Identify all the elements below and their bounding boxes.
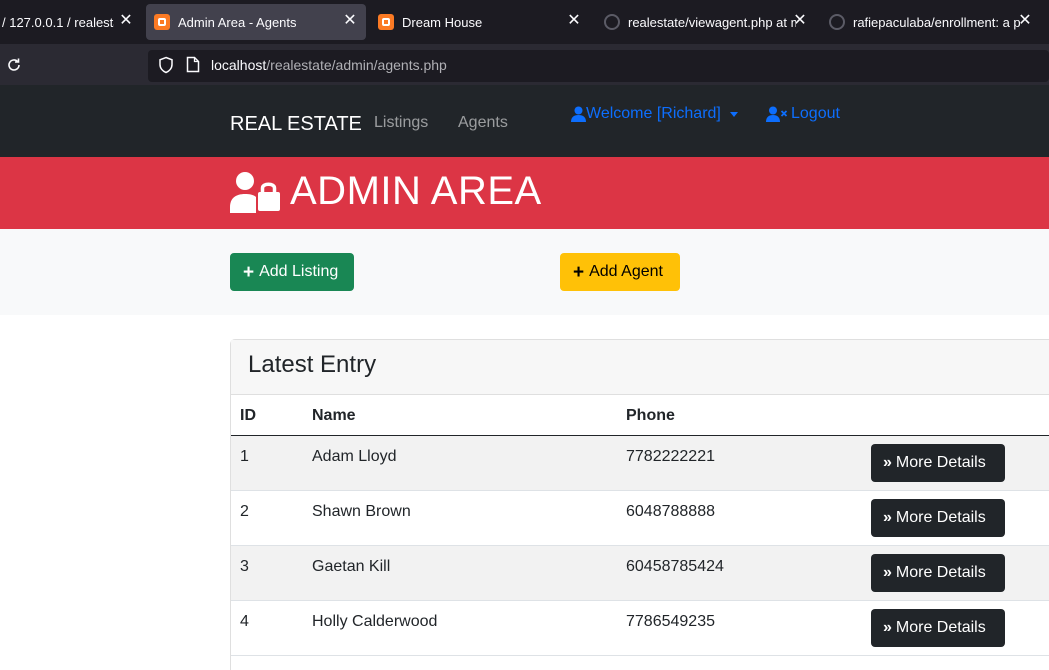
add-listing-label: Add Listing: [259, 263, 339, 280]
github-icon: [604, 14, 620, 30]
user-times-icon: [766, 106, 788, 122]
agent-id: 4: [240, 613, 249, 630]
navbar-brand[interactable]: REAL ESTATE: [230, 113, 362, 136]
tab-github-viewagent[interactable]: realestate/viewagent.php at ma ✕: [596, 4, 816, 40]
close-icon[interactable]: ✕: [118, 13, 134, 29]
reload-icon[interactable]: [5, 56, 23, 74]
more-details-button[interactable]: » More Details: [871, 499, 1005, 537]
tab-title: Dream House: [402, 14, 483, 30]
agent-name: Gaetan Kill: [312, 558, 391, 575]
table-row: 1 Adam Lloyd 7782222221 » More Details: [231, 436, 1049, 491]
site-navbar: [0, 85, 1049, 157]
agent-id: 3: [240, 558, 249, 575]
agent-phone: 7786549235: [626, 613, 715, 630]
more-details-button[interactable]: » More Details: [871, 554, 1005, 592]
tab-admin-area-agents[interactable]: Admin Area - Agents ✕: [146, 4, 366, 40]
tracking-protection-icon[interactable]: [158, 56, 174, 74]
agent-name: Shawn Brown: [312, 503, 411, 520]
logout-link[interactable]: Logout: [766, 105, 840, 123]
page-info-icon[interactable]: [186, 56, 200, 73]
add-agent-button[interactable]: + Add Agent: [560, 253, 680, 291]
action-strip: [0, 229, 1049, 315]
more-details-label: More Details: [895, 619, 986, 636]
agent-name: Holly Calderwood: [312, 613, 438, 630]
tab-dream-house[interactable]: Dream House ✕: [370, 4, 590, 40]
agent-id: 2: [240, 503, 249, 520]
latest-entry-card: Latest Entry ID Name Phone 1 Adam Lloyd …: [230, 339, 1049, 670]
card-header: Latest Entry: [231, 340, 1049, 395]
xampp-icon: [154, 14, 170, 30]
table-row: 2 Shawn Brown 6048788888 » More Details: [231, 491, 1049, 546]
agent-phone: 7782222221: [626, 448, 715, 465]
table-row: 4 Holly Calderwood 7786549235 » More Det…: [231, 601, 1049, 656]
github-icon: [829, 14, 845, 30]
user-lock-icon: [230, 172, 280, 213]
column-header-phone: Phone: [626, 407, 675, 424]
more-details-button[interactable]: » More Details: [871, 444, 1005, 482]
welcome-label: Welcome [Richard]: [586, 105, 721, 122]
browser-tab-bar: / 127.0.0.1 / realestate ✕ Admin Area - …: [0, 0, 1049, 44]
tab-phpmyadmin[interactable]: / 127.0.0.1 / realestate ✕: [0, 4, 142, 40]
agent-id: 1: [240, 448, 249, 465]
add-listing-button[interactable]: + Add Listing: [230, 253, 354, 291]
tab-title: realestate/viewagent.php at ma: [628, 14, 796, 30]
column-header-name: Name: [312, 407, 356, 424]
nav-link-listings[interactable]: Listings: [374, 114, 428, 132]
agent-phone: 6048788888: [626, 503, 715, 520]
page-title: ADMIN AREA: [290, 169, 542, 213]
url-host: localhost: [211, 57, 267, 73]
card-title: Latest Entry: [248, 351, 377, 378]
double-chevron-right-icon: »: [883, 564, 892, 581]
double-chevron-right-icon: »: [883, 509, 892, 526]
close-icon[interactable]: ✕: [1017, 13, 1033, 29]
tab-title: rafiepaculaba/enrollment: a priv: [853, 14, 1021, 30]
url-path: /realestate/admin/agents.php: [266, 57, 447, 73]
plus-icon: +: [243, 261, 255, 283]
nav-link-agents[interactable]: Agents: [458, 114, 508, 132]
user-icon: [571, 106, 586, 122]
table-row: 3 Gaetan Kill 60458785424 » More Details: [231, 546, 1049, 601]
agent-phone: 60458785424: [626, 558, 724, 575]
close-icon[interactable]: ✕: [342, 13, 358, 29]
chevron-down-icon: [729, 112, 738, 117]
logout-label: Logout: [791, 105, 840, 122]
add-agent-label: Add Agent: [589, 263, 663, 280]
tab-title: Admin Area - Agents: [178, 14, 297, 30]
close-icon[interactable]: ✕: [566, 13, 582, 29]
plus-icon: +: [573, 261, 585, 283]
more-details-label: More Details: [895, 564, 986, 581]
welcome-dropdown[interactable]: Welcome [Richard]: [571, 105, 738, 123]
xampp-icon: [378, 14, 394, 30]
more-details-label: More Details: [895, 454, 986, 471]
agent-name: Adam Lloyd: [312, 448, 397, 465]
tab-github-enrollment[interactable]: rafiepaculaba/enrollment: a priv ✕: [821, 4, 1041, 40]
more-details-label: More Details: [895, 509, 986, 526]
column-header-id: ID: [240, 407, 256, 424]
tab-title: / 127.0.0.1 / realestate: [2, 14, 114, 30]
close-icon[interactable]: ✕: [792, 13, 808, 29]
more-details-button[interactable]: » More Details: [871, 609, 1005, 647]
url-text[interactable]: localhost/realestate/admin/agents.php: [211, 57, 447, 73]
double-chevron-right-icon: »: [883, 619, 892, 636]
double-chevron-right-icon: »: [883, 454, 892, 471]
